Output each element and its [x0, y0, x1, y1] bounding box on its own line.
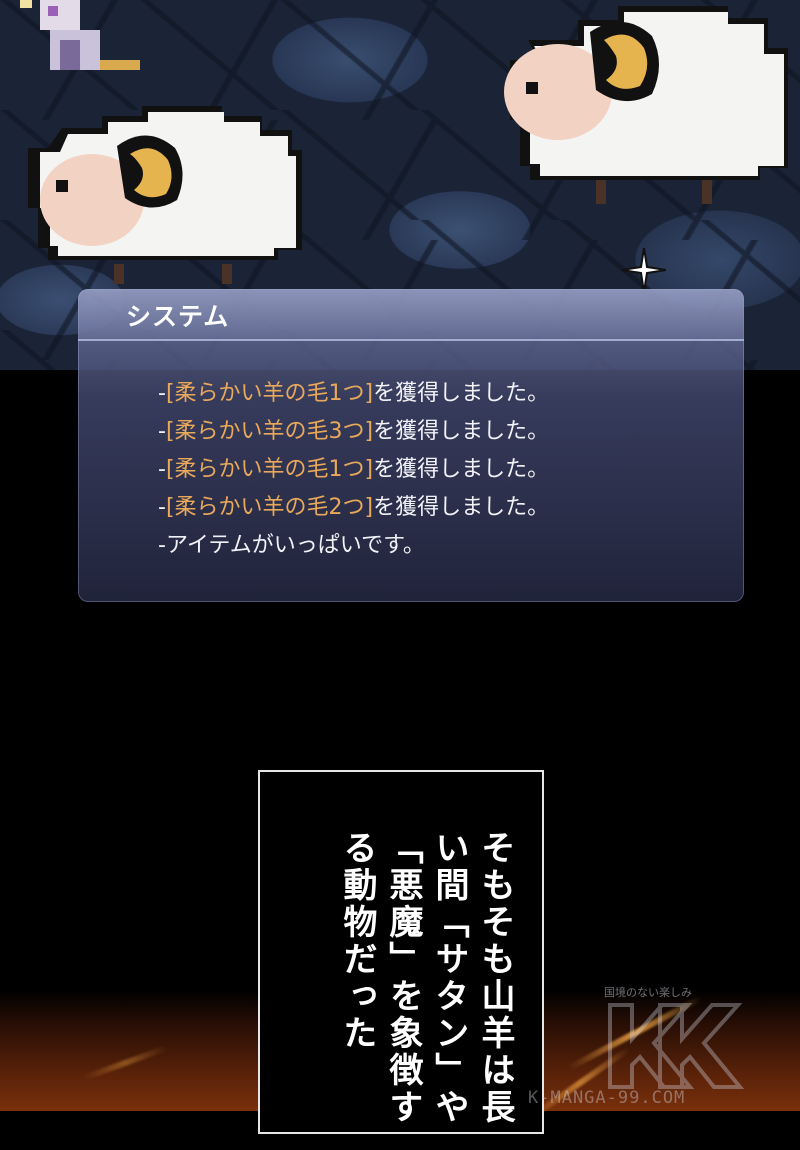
- item-name: [柔らかい羊の毛2つ]: [165, 495, 374, 520]
- line-text: を獲得しました。: [373, 419, 550, 444]
- narration-box: そもそも山羊は長い間「サタン」や「悪魔」を象徴する動物だった: [258, 770, 544, 1134]
- line-text: を獲得しました。: [373, 381, 550, 406]
- line-prefix: -: [158, 533, 166, 558]
- line-prefix: -: [158, 381, 166, 406]
- system-message-line: -[柔らかい羊の毛2つ]を獲得しました。: [158, 489, 549, 527]
- line-prefix: -: [158, 457, 166, 482]
- line-prefix: -: [158, 419, 166, 444]
- sparkle-icon: [622, 248, 666, 292]
- system-window-header: システム: [78, 289, 744, 341]
- system-message-line: -[柔らかい羊の毛1つ]を獲得しました。: [158, 375, 549, 413]
- watermark-tagline: 国境のない楽しみ: [604, 986, 692, 999]
- line-prefix: -: [158, 495, 166, 520]
- line-text: を獲得しました。: [373, 495, 550, 520]
- system-message-line: -[柔らかい羊の毛3つ]を獲得しました。: [158, 413, 549, 451]
- system-message-line: -アイテムがいっぱいです。: [158, 527, 549, 565]
- system-message-window: システム -[柔らかい羊の毛1つ]を獲得しました。 -[柔らかい羊の毛3つ]を獲…: [78, 289, 744, 602]
- sheep-sprite-left: [28, 106, 302, 284]
- sheep-sprite-right: [504, 6, 788, 204]
- system-message-line: -[柔らかい羊の毛1つ]を獲得しました。: [158, 451, 549, 489]
- player-character-sprite: [20, 0, 140, 70]
- system-message-list: -[柔らかい羊の毛1つ]を獲得しました。 -[柔らかい羊の毛3つ]を獲得しました…: [158, 375, 549, 565]
- line-text: を獲得しました。: [373, 457, 550, 482]
- item-name: [柔らかい羊の毛3つ]: [165, 419, 374, 444]
- watermark-logo: [608, 1003, 745, 1089]
- watermark-url: K-MANGA-99.COM: [528, 1088, 686, 1108]
- item-name: [柔らかい羊の毛1つ]: [165, 457, 374, 482]
- item-name: [柔らかい羊の毛1つ]: [165, 381, 374, 406]
- system-window-title: システム: [126, 302, 230, 331]
- narration-text: そもそも山羊は長い間「サタン」や「悪魔」を象徴する動物だった: [337, 830, 515, 1126]
- line-text: アイテムがいっぱいです。: [165, 533, 425, 558]
